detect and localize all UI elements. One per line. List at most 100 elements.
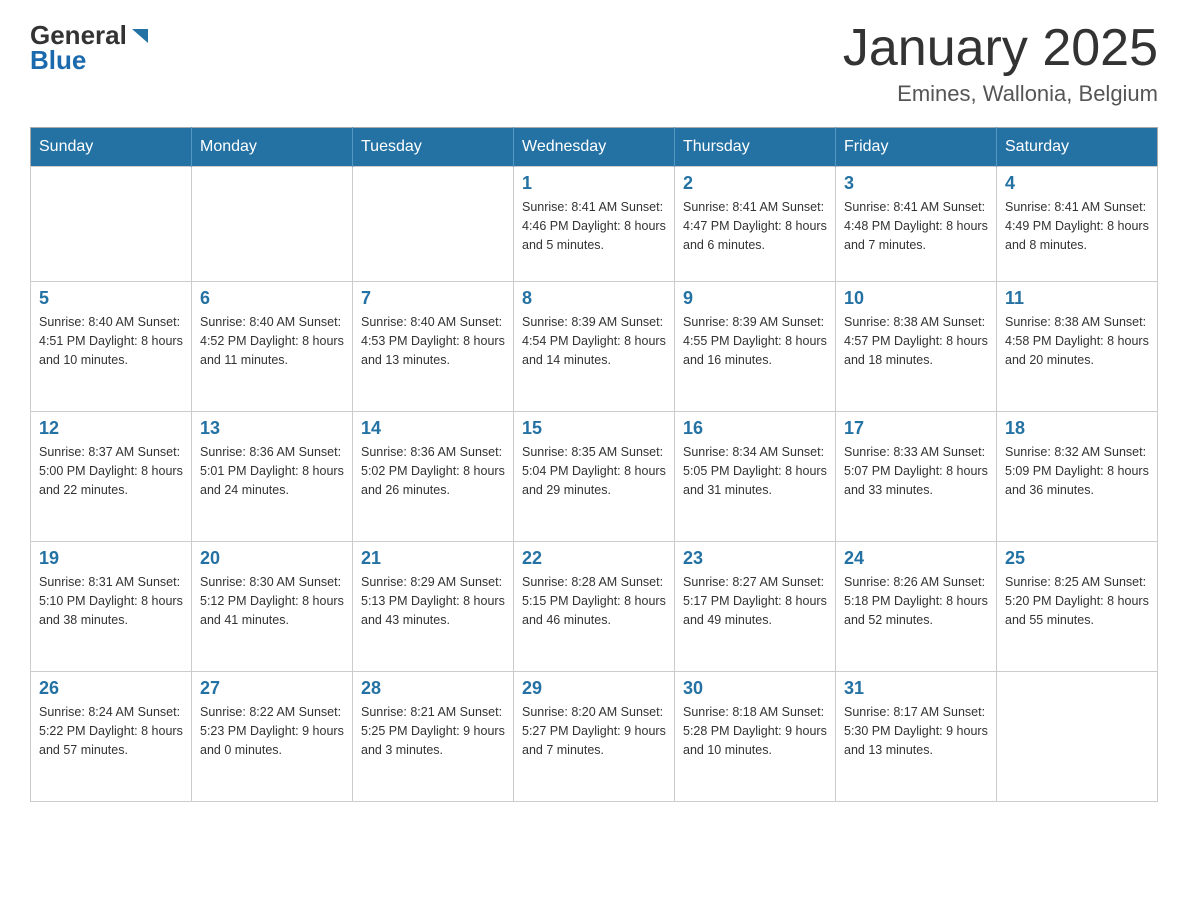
day-info: Sunrise: 8:27 AM Sunset: 5:17 PM Dayligh… [683, 573, 827, 629]
table-row: 2Sunrise: 8:41 AM Sunset: 4:47 PM Daylig… [675, 167, 836, 282]
col-saturday: Saturday [997, 128, 1158, 167]
calendar-week-row: 19 Sunrise: 8:31 AM Sunset: 5:10 PM Dayli… [31, 542, 1158, 672]
day-number: 26 [39, 678, 183, 699]
day-info: Sunrise: 8:37 AM Sunset: 5:00 PM Dayligh… [39, 443, 183, 499]
day-info: Sunrise: 8:41 AM Sunset: 4:46 PM Dayligh… [522, 198, 666, 254]
day-info: Sunrise: 8:41 AM Sunset: 4:47 PM Dayligh… [683, 198, 827, 254]
day-number: 24 [844, 548, 988, 569]
calendar-week-row: 26 Sunrise: 8:24 AM Sunset: 5:22 PM Dayli… [31, 672, 1158, 802]
calendar-week-row: 1 Sunrise: 8:41 AM Sunset: 4:46 PM Daylig… [31, 167, 1158, 282]
day-number: 7 [361, 288, 505, 309]
day-number: 14 [361, 418, 505, 439]
table-row [353, 167, 514, 282]
table-row: 27 Sunrise: 8:22 AM Sunset: 5:23 PM Dayli… [192, 672, 353, 802]
day-number: 13 [200, 418, 344, 439]
day-info: Sunrise: 8:30 AM Sunset: 5:12 PM Dayligh… [200, 573, 344, 629]
day-number: 10 [844, 288, 988, 309]
day-info: Sunrise: 8:21 AM Sunset: 5:25 PM Dayligh… [361, 703, 505, 759]
table-row: 10Sunrise: 8:38 AM Sunset: 4:57 PM Dayli… [836, 282, 997, 412]
table-row: 9 Sunrise: 8:39 AM Sunset: 4:55 PM Daylig… [675, 282, 836, 412]
calendar-week-row: 12 Sunrise: 8:37 AM Sunset: 5:00 PM Dayli… [31, 412, 1158, 542]
day-info: Sunrise: 8:33 AM Sunset: 5:07 PM Dayligh… [844, 443, 988, 499]
month-title: January 2025 [843, 20, 1158, 77]
table-row: 1 Sunrise: 8:41 AM Sunset: 4:46 PM Daylig… [514, 167, 675, 282]
logo-triangle-icon [129, 25, 151, 47]
day-number: 11 [1005, 288, 1149, 309]
table-row [192, 167, 353, 282]
table-row: 15 Sunrise: 8:35 AM Sunset: 5:04 PM Dayli… [514, 412, 675, 542]
logo: General Blue [30, 20, 151, 76]
day-info: Sunrise: 8:32 AM Sunset: 5:09 PM Dayligh… [1005, 443, 1149, 499]
table-row: 13 Sunrise: 8:36 AM Sunset: 5:01 PM Dayli… [192, 412, 353, 542]
day-number: 21 [361, 548, 505, 569]
table-row: 14 Sunrise: 8:36 AM Sunset: 5:02 PM Dayli… [353, 412, 514, 542]
logo-blue: Blue [30, 45, 86, 76]
col-friday: Friday [836, 128, 997, 167]
table-row: 29Sunrise: 8:20 AM Sunset: 5:27 PM Dayli… [514, 672, 675, 802]
day-info: Sunrise: 8:24 AM Sunset: 5:22 PM Dayligh… [39, 703, 183, 759]
table-row: 22 Sunrise: 8:28 AM Sunset: 5:15 PM Dayli… [514, 542, 675, 672]
col-monday: Monday [192, 128, 353, 167]
col-thursday: Thursday [675, 128, 836, 167]
day-info: Sunrise: 8:31 AM Sunset: 5:10 PM Dayligh… [39, 573, 183, 629]
day-number: 31 [844, 678, 988, 699]
table-row: 24 Sunrise: 8:26 AM Sunset: 5:18 PM Dayli… [836, 542, 997, 672]
day-number: 15 [522, 418, 666, 439]
day-number: 18 [1005, 418, 1149, 439]
day-info: Sunrise: 8:39 AM Sunset: 4:55 PM Dayligh… [683, 313, 827, 369]
calendar-table: Sunday Monday Tuesday Wednesday Thursday… [30, 127, 1158, 802]
day-info: Sunrise: 8:40 AM Sunset: 4:51 PM Dayligh… [39, 313, 183, 369]
day-number: 19 [39, 548, 183, 569]
day-info: Sunrise: 8:36 AM Sunset: 5:02 PM Dayligh… [361, 443, 505, 499]
page-header: General Blue January 2025 Emines, Wallon… [30, 20, 1158, 107]
col-sunday: Sunday [31, 128, 192, 167]
day-info: Sunrise: 8:25 AM Sunset: 5:20 PM Dayligh… [1005, 573, 1149, 629]
table-row: 18 Sunrise: 8:32 AM Sunset: 5:09 PM Dayli… [997, 412, 1158, 542]
day-info: Sunrise: 8:41 AM Sunset: 4:48 PM Dayligh… [844, 198, 988, 254]
table-row: 28 Sunrise: 8:21 AM Sunset: 5:25 PM Dayli… [353, 672, 514, 802]
table-row: 17 Sunrise: 8:33 AM Sunset: 5:07 PM Dayli… [836, 412, 997, 542]
table-row: 16 Sunrise: 8:34 AM Sunset: 5:05 PM Dayli… [675, 412, 836, 542]
day-info: Sunrise: 8:36 AM Sunset: 5:01 PM Dayligh… [200, 443, 344, 499]
day-info: Sunrise: 8:26 AM Sunset: 5:18 PM Dayligh… [844, 573, 988, 629]
day-number: 3 [844, 173, 988, 194]
table-row: 20Sunrise: 8:30 AM Sunset: 5:12 PM Dayli… [192, 542, 353, 672]
table-row: 25 Sunrise: 8:25 AM Sunset: 5:20 PM Dayli… [997, 542, 1158, 672]
table-row: 6 Sunrise: 8:40 AM Sunset: 4:52 PM Daylig… [192, 282, 353, 412]
day-number: 30 [683, 678, 827, 699]
day-info: Sunrise: 8:38 AM Sunset: 4:58 PM Dayligh… [1005, 313, 1149, 369]
day-number: 16 [683, 418, 827, 439]
table-row: 11 Sunrise: 8:38 AM Sunset: 4:58 PM Dayli… [997, 282, 1158, 412]
col-wednesday: Wednesday [514, 128, 675, 167]
table-row: 7Sunrise: 8:40 AM Sunset: 4:53 PM Daylig… [353, 282, 514, 412]
day-number: 9 [683, 288, 827, 309]
table-row: 31 Sunrise: 8:17 AM Sunset: 5:30 PM Dayli… [836, 672, 997, 802]
day-number: 25 [1005, 548, 1149, 569]
day-number: 6 [200, 288, 344, 309]
day-info: Sunrise: 8:29 AM Sunset: 5:13 PM Dayligh… [361, 573, 505, 629]
calendar-header-row: Sunday Monday Tuesday Wednesday Thursday… [31, 128, 1158, 167]
day-number: 27 [200, 678, 344, 699]
day-number: 5 [39, 288, 183, 309]
table-row: 21 Sunrise: 8:29 AM Sunset: 5:13 PM Dayli… [353, 542, 514, 672]
day-number: 12 [39, 418, 183, 439]
location-title: Emines, Wallonia, Belgium [843, 81, 1158, 107]
day-info: Sunrise: 8:34 AM Sunset: 5:05 PM Dayligh… [683, 443, 827, 499]
day-info: Sunrise: 8:22 AM Sunset: 5:23 PM Dayligh… [200, 703, 344, 759]
day-info: Sunrise: 8:18 AM Sunset: 5:28 PM Dayligh… [683, 703, 827, 759]
day-number: 22 [522, 548, 666, 569]
table-row [31, 167, 192, 282]
day-number: 1 [522, 173, 666, 194]
day-info: Sunrise: 8:40 AM Sunset: 4:52 PM Dayligh… [200, 313, 344, 369]
day-number: 4 [1005, 173, 1149, 194]
day-info: Sunrise: 8:35 AM Sunset: 5:04 PM Dayligh… [522, 443, 666, 499]
table-row: 8Sunrise: 8:39 AM Sunset: 4:54 PM Daylig… [514, 282, 675, 412]
day-number: 17 [844, 418, 988, 439]
day-number: 28 [361, 678, 505, 699]
table-row: 23Sunrise: 8:27 AM Sunset: 5:17 PM Dayli… [675, 542, 836, 672]
day-info: Sunrise: 8:28 AM Sunset: 5:15 PM Dayligh… [522, 573, 666, 629]
day-info: Sunrise: 8:17 AM Sunset: 5:30 PM Dayligh… [844, 703, 988, 759]
day-number: 8 [522, 288, 666, 309]
table-row: 26 Sunrise: 8:24 AM Sunset: 5:22 PM Dayli… [31, 672, 192, 802]
calendar-week-row: 5 Sunrise: 8:40 AM Sunset: 4:51 PM Daylig… [31, 282, 1158, 412]
